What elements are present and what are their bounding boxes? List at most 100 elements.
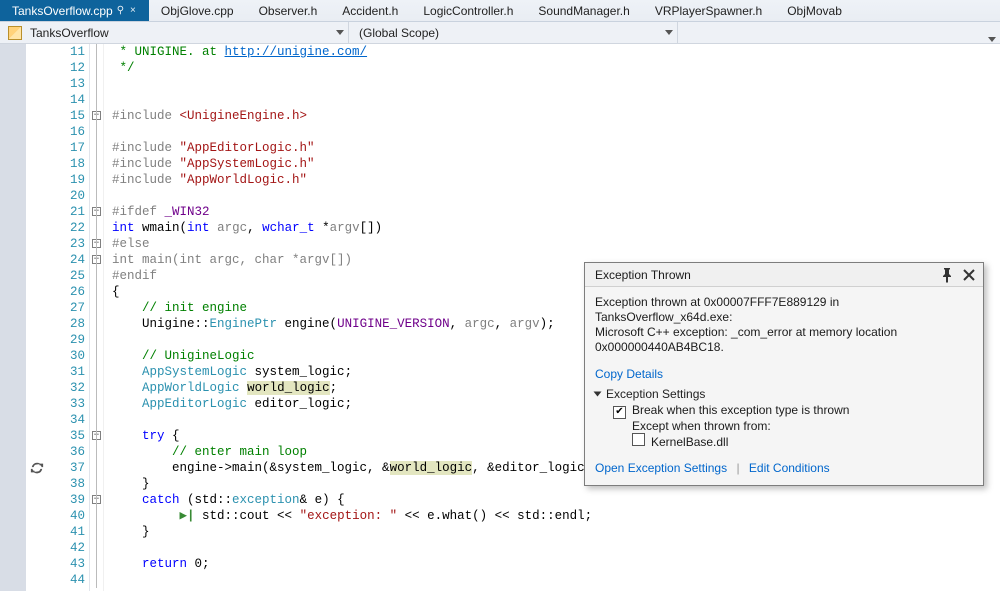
code-line — [112, 76, 1000, 92]
tab-label: ObjMovab — [787, 4, 842, 18]
scope-combo[interactable]: (Global Scope) — [349, 24, 677, 42]
line-number: 18 — [50, 156, 85, 172]
popup-titlebar[interactable]: Exception Thrown — [585, 263, 983, 287]
sync-icon — [30, 461, 44, 475]
line-number: 30 — [50, 348, 85, 364]
editor-tab[interactable]: TanksOverflow.cpp ⚲ × — [0, 0, 149, 21]
copy-details-link[interactable]: Copy Details — [595, 367, 663, 381]
editor-tab[interactable]: VRPlayerSpawner.h — [643, 0, 775, 21]
chevron-down-icon — [665, 30, 673, 35]
pin-icon[interactable] — [939, 267, 955, 283]
code-line — [112, 92, 1000, 108]
file-combo[interactable]: TanksOverflow — [26, 24, 348, 42]
line-number: 13 — [50, 76, 85, 92]
line-number-gutter[interactable]: 1112131415161718192021222324252627282930… — [50, 44, 90, 591]
break-on-throw-row[interactable]: ✔Break when this exception type is throw… — [613, 403, 973, 419]
edit-conditions-link[interactable]: Edit Conditions — [749, 461, 830, 475]
code-line: */ — [112, 60, 1000, 76]
close-icon[interactable] — [961, 267, 977, 283]
checkbox-unchecked-icon[interactable] — [632, 433, 645, 446]
tab-label: SoundManager.h — [538, 4, 629, 18]
line-number: 34 — [50, 412, 85, 428]
tab-label: VRPlayerSpawner.h — [655, 4, 762, 18]
line-number: 20 — [50, 188, 85, 204]
editor-tab[interactable]: Observer.h — [247, 0, 331, 21]
code-line: int wmain(int argc, wchar_t *argv[]) — [112, 220, 1000, 236]
tab-label: LogicController.h — [423, 4, 513, 18]
editor-tab[interactable]: LogicController.h — [411, 0, 526, 21]
line-number: 14 — [50, 92, 85, 108]
scope-combo-text: (Global Scope) — [359, 26, 439, 40]
line-number: 29 — [50, 332, 85, 348]
line-number: 38 — [50, 476, 85, 492]
line-number: 41 — [50, 524, 85, 540]
code-line — [112, 540, 1000, 556]
popup-message: Exception thrown at 0x00007FFF7E889129 i… — [585, 287, 983, 363]
code-line: #ifdef _WIN32 — [112, 204, 1000, 220]
chevron-down-icon — [336, 30, 344, 35]
line-number: 25 — [50, 268, 85, 284]
line-number: 17 — [50, 140, 85, 156]
outline-margin[interactable]: −−−−−− — [90, 44, 104, 591]
editor-tabs: TanksOverflow.cpp ⚲ × ObjGlove.cpp Observer.… — [0, 0, 1000, 22]
line-number: 26 — [50, 284, 85, 300]
line-number: 42 — [50, 540, 85, 556]
code-line — [112, 124, 1000, 140]
line-number: 15 — [50, 108, 85, 124]
editor-area: 1112131415161718192021222324252627282930… — [0, 44, 1000, 591]
except-from-label: Except when thrown from: — [613, 419, 973, 433]
line-number: 23 — [50, 236, 85, 252]
tab-label: ObjGlove.cpp — [161, 4, 234, 18]
line-number: 43 — [50, 556, 85, 572]
except-from-row[interactable]: KernelBase.dll — [613, 433, 973, 449]
checkbox-checked-icon[interactable]: ✔ — [613, 406, 626, 419]
line-number: 33 — [50, 396, 85, 412]
doc-icon — [8, 26, 22, 40]
code-line — [112, 188, 1000, 204]
member-combo[interactable] — [678, 31, 1000, 35]
code-line: return 0; — [112, 556, 1000, 572]
pin-icon[interactable]: ⚲ — [117, 5, 124, 16]
glyph-margin — [26, 44, 50, 591]
nav-bar: TanksOverflow (Global Scope) — [0, 22, 1000, 44]
open-exception-settings-link[interactable]: Open Exception Settings — [595, 461, 727, 475]
exception-settings-header[interactable]: Exception Settings — [595, 387, 973, 401]
line-number: 22 — [50, 220, 85, 236]
code-line: catch (std::exception& e) { — [112, 492, 1000, 508]
chevron-down-icon — [988, 37, 996, 42]
code-line: #include <UnigineEngine.h> — [112, 108, 1000, 124]
left-margin-stripe — [0, 44, 26, 591]
line-number: 11 — [50, 44, 85, 60]
editor-tab[interactable]: Accident.h — [330, 0, 411, 21]
line-number: 39 — [50, 492, 85, 508]
code-line: #include "AppWorldLogic.h" — [112, 172, 1000, 188]
popup-title: Exception Thrown — [595, 268, 933, 282]
editor-tab[interactable]: ObjGlove.cpp — [149, 0, 247, 21]
tab-label: Observer.h — [259, 4, 318, 18]
line-number: 31 — [50, 364, 85, 380]
line-number: 24 — [50, 252, 85, 268]
code-line: #else — [112, 236, 1000, 252]
code-line — [112, 572, 1000, 588]
close-icon[interactable]: × — [130, 5, 136, 16]
editor-tab[interactable]: SoundManager.h — [526, 0, 642, 21]
code-line: * UNIGINE. at http://unigine.com/ — [112, 44, 1000, 60]
code-line: ▶| std::cout << "exception: " << e.what(… — [112, 508, 1000, 524]
file-combo-text: TanksOverflow — [30, 26, 109, 40]
line-number: 27 — [50, 300, 85, 316]
line-number: 21 — [50, 204, 85, 220]
tab-label: TanksOverflow.cpp — [12, 4, 113, 18]
code-line: #include "AppSystemLogic.h" — [112, 156, 1000, 172]
exception-popup: Exception Thrown Exception thrown at 0x0… — [584, 262, 984, 486]
line-number: 19 — [50, 172, 85, 188]
line-number: 36 — [50, 444, 85, 460]
line-number: 16 — [50, 124, 85, 140]
line-number: 32 — [50, 380, 85, 396]
editor-tab[interactable]: ObjMovab — [775, 0, 1000, 21]
code-line: } — [112, 524, 1000, 540]
line-number: 44 — [50, 572, 85, 588]
line-number: 40 — [50, 508, 85, 524]
line-number: 35 — [50, 428, 85, 444]
line-number: 37 — [50, 460, 85, 476]
line-number: 12 — [50, 60, 85, 76]
